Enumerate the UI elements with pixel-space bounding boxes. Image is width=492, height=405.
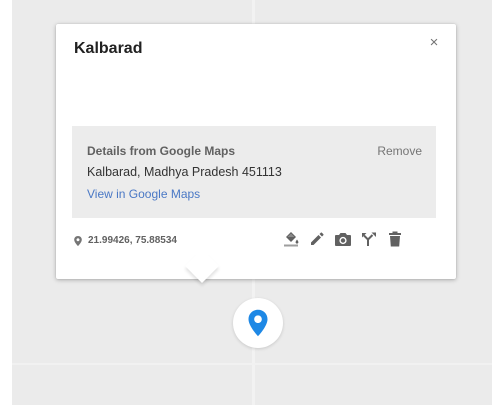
map-marker[interactable] [233,298,283,348]
view-in-google-maps-link[interactable]: View in Google Maps [87,187,200,201]
pencil-icon [311,232,324,245]
paint-bucket-icon [284,232,299,247]
place-info-card: Kalbarad × Details from Google Maps Remo… [56,24,456,279]
google-maps-details: Details from Google Maps Remove Kalbarad… [72,126,436,218]
remove-button[interactable]: Remove [377,144,422,158]
place-title: Kalbarad [74,40,143,57]
directions-fork-icon [362,232,376,246]
location-pin-icon [248,309,268,337]
style-button[interactable] [282,230,300,248]
edit-button[interactable] [308,230,326,248]
map-road-horizontal [12,363,492,365]
coordinates: 21.99426, 75.88534 [74,235,177,246]
directions-button[interactable] [360,230,378,248]
place-address: Kalbarad, Madhya Pradesh 451113 [87,165,282,179]
camera-icon [335,233,351,246]
map-pin-icon [74,235,82,246]
delete-button[interactable] [386,230,404,248]
add-photo-button[interactable] [334,230,352,248]
coordinates-text: 21.99426, 75.88534 [88,235,177,246]
card-pointer-cover [180,240,224,255]
details-heading: Details from Google Maps [87,144,236,158]
action-toolbar [282,230,404,248]
trash-icon [389,231,401,247]
close-button[interactable]: × [426,34,442,52]
